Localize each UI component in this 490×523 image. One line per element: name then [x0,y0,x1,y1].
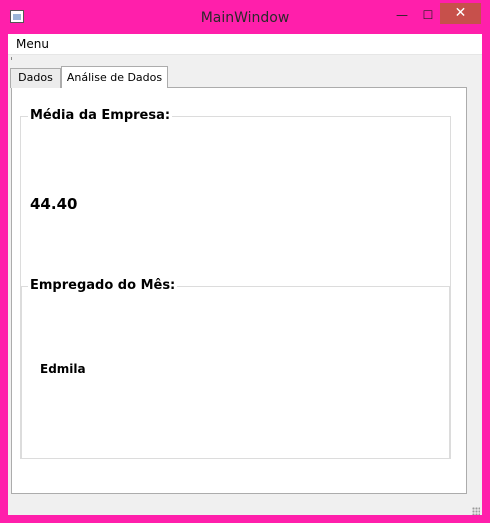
maximize-button[interactable]: ☐ [415,5,441,25]
tab-analise-de-dados[interactable]: Análise de Dados [61,66,168,88]
media-empresa-value: 44.40 [30,195,78,213]
toolbar [8,55,482,64]
menu-bar [8,34,482,55]
empregado-do-mes-value: Edmila [40,362,86,376]
size-grip-icon[interactable] [472,507,480,515]
tab-dados[interactable]: Dados [10,68,61,88]
minimize-button[interactable]: — [389,5,415,25]
menu-item-menu[interactable]: Menu [16,37,49,51]
media-empresa-title: Média da Empresa: [28,108,173,123]
close-button[interactable]: ✕ [440,3,481,24]
empregado-do-mes-title: Empregado do Mês: [28,278,178,293]
toolbar-handle[interactable] [11,57,12,60]
status-bar [8,494,482,515]
